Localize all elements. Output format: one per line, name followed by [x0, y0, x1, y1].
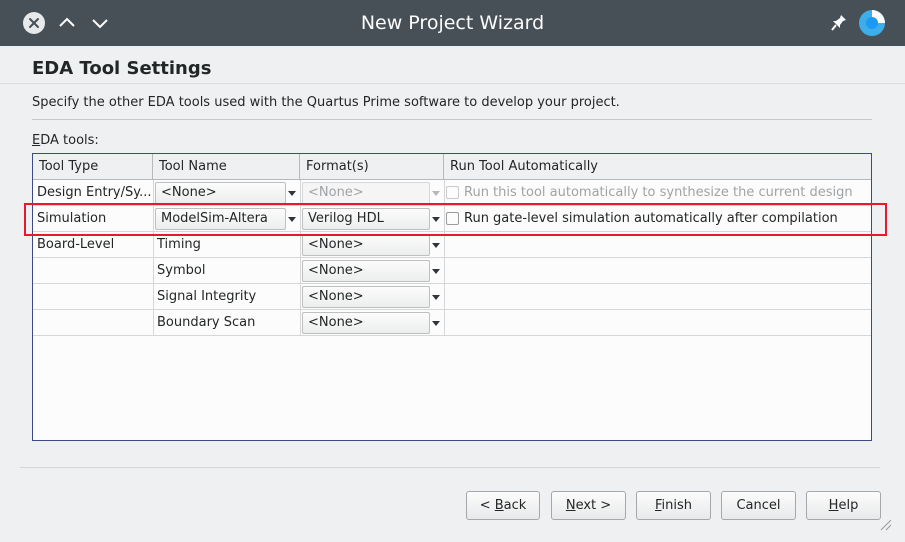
chevron-down-icon[interactable] — [430, 260, 442, 282]
tool-type-cell — [33, 284, 151, 310]
chevron-down-icon[interactable] — [430, 234, 442, 256]
divider — [32, 119, 872, 120]
format-select: <None> — [302, 182, 430, 204]
highlight-box — [24, 203, 887, 236]
window-title: New Project Wizard — [360, 12, 545, 34]
app-logo-icon — [859, 10, 885, 36]
page-title: EDA Tool Settings — [32, 58, 212, 79]
column-header-tool-name[interactable]: Tool Name — [153, 154, 300, 180]
chevron-down-icon — [430, 182, 442, 204]
eda-tools-table: Tool Type Tool Name Format(s) Run Tool A… — [32, 153, 872, 441]
format-select[interactable]: <None> — [302, 312, 430, 334]
eda-tools-label: EDA tools: — [32, 133, 99, 148]
column-header-formats[interactable]: Format(s) — [300, 154, 444, 180]
tool-type-cell — [33, 258, 151, 284]
tool-name-select[interactable]: <None> — [155, 182, 286, 204]
resize-grip-icon[interactable] — [878, 517, 892, 531]
run-automatically-checkbox — [446, 186, 459, 199]
cancel-button[interactable]: Cancel — [721, 491, 796, 520]
page-description: Specify the other EDA tools used with th… — [32, 95, 620, 110]
tool-name-cell: Symbol — [157, 263, 206, 278]
format-select[interactable]: <None> — [302, 286, 430, 308]
chevron-down-icon[interactable] — [286, 182, 298, 204]
pin-icon[interactable] — [830, 13, 848, 33]
tool-name-cell: Boundary Scan — [157, 315, 256, 330]
format-select[interactable]: <None> — [302, 260, 430, 282]
column-header-run-tool[interactable]: Run Tool Automatically — [444, 154, 871, 180]
run-automatically-label: Run this tool automatically to synthesiz… — [464, 185, 853, 200]
next-button[interactable]: Next > — [551, 491, 626, 520]
table-row[interactable]: Signal Integrity <None> — [33, 284, 871, 310]
divider — [20, 467, 880, 468]
finish-button[interactable]: Finish — [636, 491, 711, 520]
back-button[interactable]: < Back — [466, 491, 540, 520]
chevron-down-icon[interactable] — [430, 312, 442, 334]
chevron-down-icon[interactable] — [430, 286, 442, 308]
help-button[interactable]: Help — [806, 491, 881, 520]
format-select[interactable]: <None> — [302, 234, 430, 256]
column-header-tool-type[interactable]: Tool Type — [33, 154, 153, 180]
table-row[interactable]: Boundary Scan <None> — [33, 310, 871, 336]
divider — [0, 83, 905, 84]
tool-type-cell — [33, 310, 151, 336]
table-row[interactable]: Symbol <None> — [33, 258, 871, 284]
title-bar: New Project Wizard — [0, 0, 905, 46]
tool-name-cell: Signal Integrity — [157, 289, 257, 304]
